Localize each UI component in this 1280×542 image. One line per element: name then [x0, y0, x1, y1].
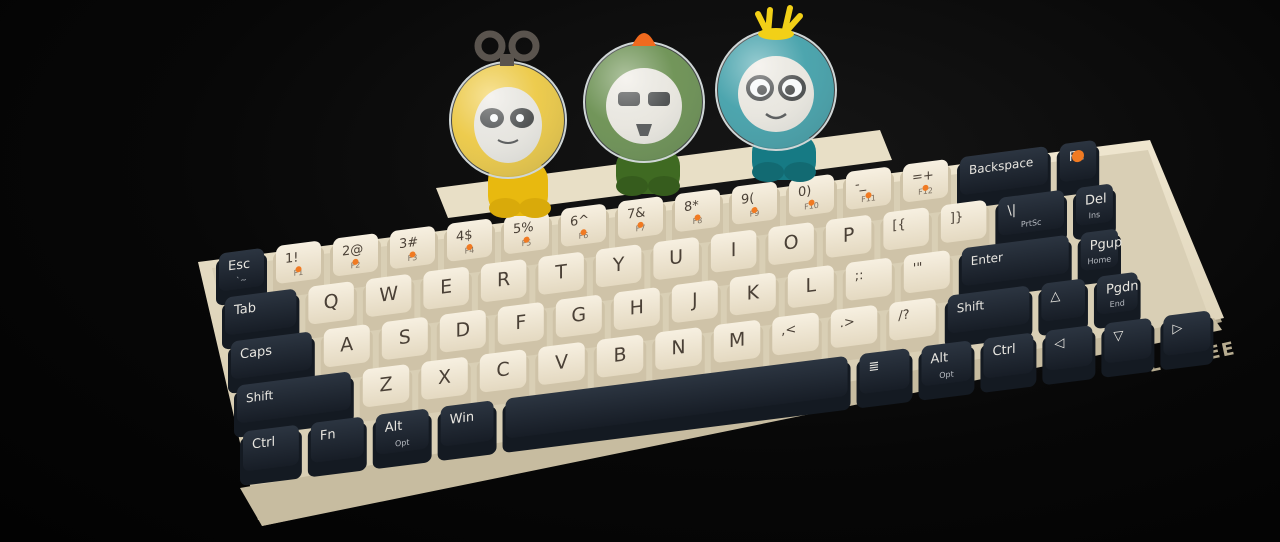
keycap-top	[846, 167, 891, 210]
key-legend: ]}	[950, 210, 963, 227]
key-legend: S	[399, 326, 411, 349]
photo-scene: LOFREE Esc`~1!F12@F23#F34$F45%F56^F67&F7…	[0, 0, 1280, 542]
keycap-top	[883, 207, 929, 251]
keycap-top	[1041, 279, 1085, 322]
key-legend: Alt	[385, 419, 403, 436]
keycap-top	[940, 200, 987, 243]
key-legend: N	[671, 336, 685, 360]
keycap: Fn	[307, 417, 367, 477]
key-legend: H	[630, 296, 644, 320]
key-legend: Del	[1085, 191, 1107, 209]
keycap: Win	[437, 401, 497, 461]
key-legend: D	[455, 318, 470, 342]
key-legend: G	[571, 303, 586, 327]
key-legend: J	[691, 289, 698, 312]
key-sublegend: Opt	[395, 438, 409, 449]
key-legend: K	[747, 281, 760, 305]
key-legend: 3#	[399, 235, 418, 252]
key-legend: ,<	[781, 322, 796, 339]
key-legend: 5%	[513, 220, 534, 238]
key-legend: ;:	[855, 268, 864, 284]
key-legend: [{	[892, 217, 905, 234]
keycap: Ctrl	[980, 333, 1037, 393]
key-legend: W	[379, 282, 398, 306]
key-legend: .>	[840, 315, 855, 332]
key-legend: X	[438, 366, 451, 390]
keycap: Ctrl	[240, 425, 302, 486]
key-legend: 7&	[627, 205, 645, 222]
key-legend: 2@	[342, 242, 363, 260]
keycap-top	[1045, 325, 1093, 371]
keycap-top	[845, 258, 892, 301]
keycap: ▷	[1160, 311, 1214, 370]
key-legend: Fn	[320, 427, 336, 444]
key-legend: 8*	[684, 198, 699, 215]
key-sublegend: `~	[236, 274, 247, 285]
keycap: Alt Opt	[918, 341, 975, 401]
key-sublegend: Opt	[939, 370, 953, 381]
key-legend: Ctrl	[992, 342, 1015, 360]
key-legend: O	[784, 231, 799, 255]
figurines	[449, 5, 837, 218]
key-legend: Alt	[931, 350, 949, 367]
key-legend: I	[731, 239, 737, 262]
key-legend: 9(	[741, 191, 754, 208]
key-sublegend: Ins	[1089, 210, 1101, 220]
key-legend: Esc	[228, 257, 250, 275]
key-legend: M	[729, 328, 745, 352]
key-legend: L	[806, 274, 817, 297]
key-legend: B	[614, 343, 627, 367]
key-legend: ◁	[1054, 336, 1064, 352]
keycap: ≣	[856, 348, 913, 408]
key-legend: ▽	[1113, 328, 1123, 344]
key-legend: T	[554, 261, 567, 285]
key-legend: △	[1050, 289, 1060, 305]
keycap-top	[1163, 311, 1211, 356]
key-legend: Ctrl	[252, 435, 275, 453]
key-legend: Y	[612, 253, 625, 277]
key-legend: E	[440, 275, 452, 298]
keycap-top	[276, 241, 321, 284]
key-legend: 6^	[570, 213, 589, 230]
key-legend: =+	[912, 168, 934, 186]
keycap-top	[859, 348, 910, 394]
key-legend: ≣	[869, 359, 880, 375]
key-sublegend: End	[1110, 298, 1125, 309]
key-legend: A	[340, 333, 353, 357]
key-legend: Z	[380, 373, 393, 397]
keycap-top	[732, 182, 777, 225]
key-legend: Win	[450, 410, 474, 428]
key-legend: Q	[324, 290, 339, 314]
key-legend: P	[843, 224, 854, 247]
key-legend: ▷	[1172, 321, 1182, 337]
key-legend: 0)	[798, 184, 811, 201]
key-legend: /?	[898, 308, 909, 324]
key-legend: 4$	[456, 228, 473, 245]
key-legend: U	[669, 246, 683, 270]
key-legend: \|	[1007, 203, 1016, 219]
key-legend: 1!	[285, 250, 298, 267]
keycap-top	[310, 417, 364, 463]
key-legend: C	[496, 358, 509, 382]
key-legend: V	[555, 351, 568, 375]
key-legend: F	[515, 311, 526, 334]
keycap: ◁	[1042, 325, 1096, 385]
keycap-top	[889, 298, 936, 341]
keycap-top	[903, 250, 950, 293]
keyboard-photo: LOFREE Esc`~1!F12@F23#F34$F45%F56^F67&F7…	[198, 5, 1238, 526]
key-legend: '"	[913, 260, 923, 276]
keycaps: Esc`~1!F12@F23#F34$F45%F56^F67&F78*F89(F…	[216, 140, 1214, 486]
keycap: Alt Opt	[372, 409, 432, 469]
keycap-top	[1104, 318, 1152, 363]
key-legend: R	[497, 268, 510, 292]
keycap: ▽	[1101, 318, 1155, 378]
key-legend: -_	[855, 177, 867, 193]
key-legend: Tab	[233, 301, 256, 319]
